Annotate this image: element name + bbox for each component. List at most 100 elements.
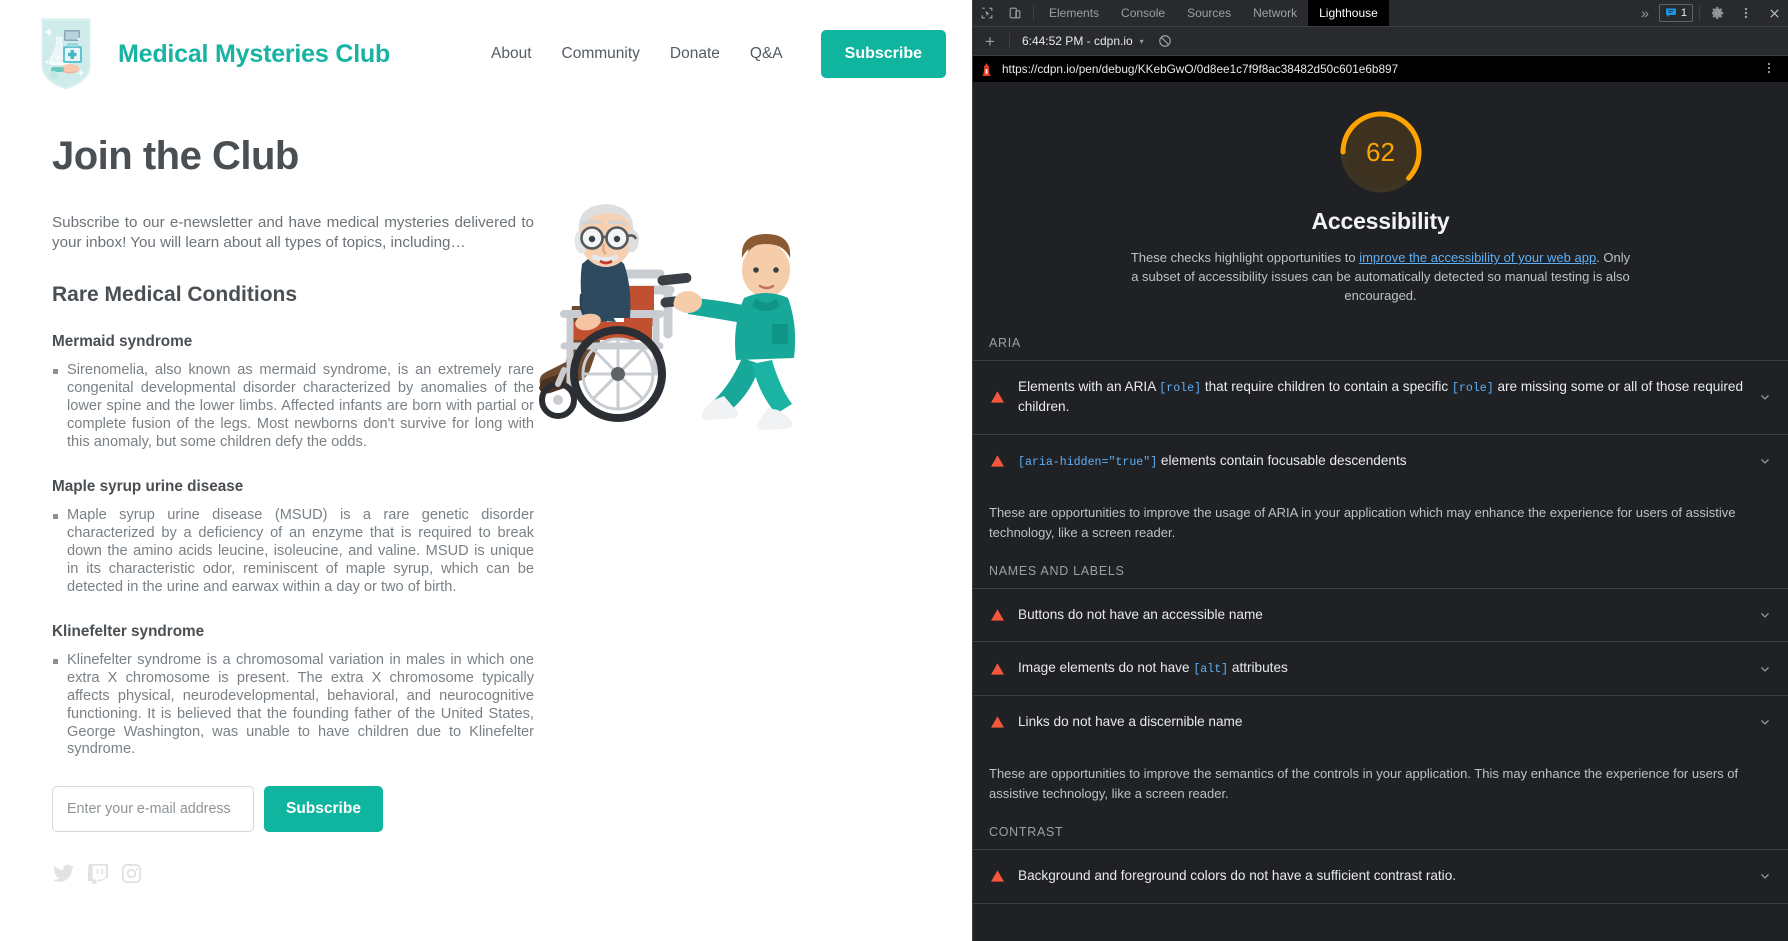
chevron-down-icon[interactable] [1758, 869, 1772, 883]
fail-warning-icon [991, 870, 1004, 883]
content-column: Subscribe to our e-newsletter and have m… [52, 213, 534, 885]
issues-message-icon [1665, 7, 1677, 19]
device-toolbar-icon[interactable] [1001, 0, 1029, 26]
report-select-label: 6:44:52 PM - cdpn.io [1021, 34, 1133, 48]
more-options-icon[interactable] [1732, 0, 1760, 26]
audit-group-note: These are opportunities to improve the s… [989, 766, 1739, 801]
wheelchair-illustration-image [520, 194, 820, 454]
chevron-down-icon: ▾ [1139, 36, 1144, 46]
condition-title: Mermaid syndrome [52, 333, 193, 351]
inspect-element-icon[interactable] [973, 0, 1001, 26]
gear-icon[interactable] [1704, 0, 1732, 26]
audit-group-aria: ARIA Elements with an ARIA [role] that r… [973, 336, 1788, 542]
new-report-button[interactable]: + [977, 33, 1003, 50]
web-page-viewport: Medical Mysteries Club About Community D… [0, 0, 972, 941]
issues-count: 1 [1680, 7, 1687, 19]
email-field[interactable] [52, 786, 254, 833]
chevron-down-icon[interactable] [1758, 454, 1772, 468]
audit-group-contrast: CONTRAST Background and foreground color… [973, 825, 1788, 904]
nav-link-community[interactable]: Community [562, 45, 640, 63]
medical-shield-logo-icon [34, 15, 98, 93]
social-links [52, 862, 534, 885]
lighthouse-report: 62 Accessibility These checks highlight … [973, 82, 1788, 941]
audit-title: [aria-hidden="true"] elements contain fo… [1018, 452, 1407, 469]
lighthouse-icon [979, 62, 994, 77]
brand[interactable]: Medical Mysteries Club [34, 15, 390, 93]
main-nav: About Community Donate Q&A Subscribe [491, 30, 946, 78]
audit-group-title: CONTRAST [989, 825, 1064, 840]
list-item: Sirenomelia, also known as mermaid syndr… [52, 362, 534, 451]
audit-group-names-and-labels: NAMES AND LABELS Buttons do not have an … [973, 564, 1788, 803]
page-body: Join the Club Subscribe to our e-newslet… [0, 134, 972, 885]
fail-warning-icon [991, 663, 1004, 675]
audit-title: Links do not have a discernible name [1018, 713, 1243, 729]
chevron-down-icon[interactable] [1758, 390, 1772, 404]
list-item: Maple syrup urine disease (MSUD) is a ra… [52, 507, 534, 596]
audit-row[interactable]: Background and foreground colors do not … [973, 849, 1788, 904]
audit-title: Elements with an ARIA [role] that requir… [1018, 378, 1744, 415]
subscribe-form: Subscribe [52, 786, 534, 833]
site-header: Medical Mysteries Club About Community D… [0, 0, 972, 108]
audit-row[interactable]: [aria-hidden="true"] elements contain fo… [973, 433, 1788, 487]
nav-link-donate[interactable]: Donate [670, 45, 720, 63]
section-title: Rare Medical Conditions [52, 283, 298, 307]
lighthouse-subbar: + 6:44:52 PM - cdpn.io ▾ [973, 27, 1788, 56]
devtools-panel: Elements Console Sources Network Lightho… [972, 0, 1788, 941]
chevron-down-icon[interactable] [1758, 608, 1772, 622]
condition-title: Maple syrup urine disease [52, 478, 244, 496]
twitter-icon[interactable] [52, 862, 75, 885]
audit-group-note: These are opportunities to improve the u… [989, 505, 1736, 540]
condition-title: Klinefelter syndrome [52, 623, 205, 641]
fail-warning-icon [991, 455, 1004, 467]
more-tabs-icon[interactable]: » [1633, 0, 1657, 26]
tab-network[interactable]: Network [1242, 0, 1308, 26]
audit-row[interactable]: Image elements do not have [alt] attribu… [973, 641, 1788, 694]
description-pre: These checks highlight opportunities to [1130, 250, 1360, 265]
list-item: Klinefelter syndrome is a chromosomal va… [52, 652, 534, 759]
condition-list: Sirenomelia, also known as mermaid syndr… [52, 362, 534, 451]
toolbar-divider [1033, 5, 1034, 21]
fail-warning-icon [991, 716, 1004, 728]
audit-group-title: ARIA [989, 335, 1021, 350]
issues-badge[interactable]: 1 [1658, 4, 1693, 22]
toolbar-divider-2 [1699, 5, 1700, 21]
report-select[interactable]: 6:44:52 PM - cdpn.io ▾ [1016, 34, 1150, 48]
clear-report-icon[interactable] [1152, 34, 1178, 48]
audit-row[interactable]: Buttons do not have an accessible name [973, 588, 1788, 641]
instagram-icon[interactable] [120, 862, 143, 885]
subscribe-button[interactable]: Subscribe [264, 786, 383, 833]
nav-link-qa[interactable]: Q&A [750, 45, 783, 63]
tab-sources[interactable]: Sources [1176, 0, 1242, 26]
tab-console[interactable]: Console [1110, 0, 1176, 26]
audit-title: Buttons do not have an accessible name [1018, 607, 1263, 623]
brand-name: Medical Mysteries Club [118, 39, 391, 68]
devtools-tabbar-right: » 1 [1633, 0, 1788, 26]
condition-list: Maple syrup urine disease (MSUD) is a ra… [52, 507, 534, 596]
report-url: https://cdpn.io/pen/debug/KKebGwO/0d8ee1… [1002, 62, 1399, 76]
audit-row[interactable]: Elements with an ARIA [role] that requir… [973, 359, 1788, 434]
audit-title: Background and foreground colors do not … [1018, 868, 1457, 884]
close-icon[interactable] [1760, 0, 1788, 26]
devtools-tabbar: Elements Console Sources Network Lightho… [973, 0, 1788, 27]
fail-warning-icon [991, 391, 1004, 403]
nav-link-about[interactable]: About [491, 45, 532, 63]
lighthouse-report-scroll: 62 Accessibility These checks highlight … [973, 82, 1788, 904]
page-title: Join the Club [52, 134, 299, 178]
chevron-down-icon[interactable] [1758, 662, 1772, 676]
header-subscribe-button[interactable]: Subscribe [820, 30, 946, 78]
tab-elements[interactable]: Elements [1038, 0, 1110, 26]
more-options-icon[interactable] [1756, 61, 1782, 78]
chevron-down-icon[interactable] [1758, 715, 1772, 729]
twitch-icon[interactable] [86, 862, 109, 885]
score-gauge-block: 62 Accessibility These checks highlight … [973, 82, 1788, 314]
category-description: These checks highlight opportunities to … [1131, 249, 1631, 306]
audit-title: Image elements do not have [alt] attribu… [1018, 660, 1288, 677]
audit-row[interactable]: Links do not have a discernible name [973, 694, 1788, 748]
tab-lighthouse[interactable]: Lighthouse [1308, 0, 1389, 26]
accessibility-doc-link[interactable]: improve the accessibility of your web ap… [1359, 250, 1596, 265]
intro-paragraph: Subscribe to our e-newsletter and have m… [52, 214, 534, 252]
audit-group-title: NAMES AND LABELS [989, 564, 1125, 579]
fail-warning-icon [991, 609, 1004, 621]
condition-list: Klinefelter syndrome is a chromosomal va… [52, 652, 534, 759]
category-title: Accessibility [1311, 208, 1450, 234]
